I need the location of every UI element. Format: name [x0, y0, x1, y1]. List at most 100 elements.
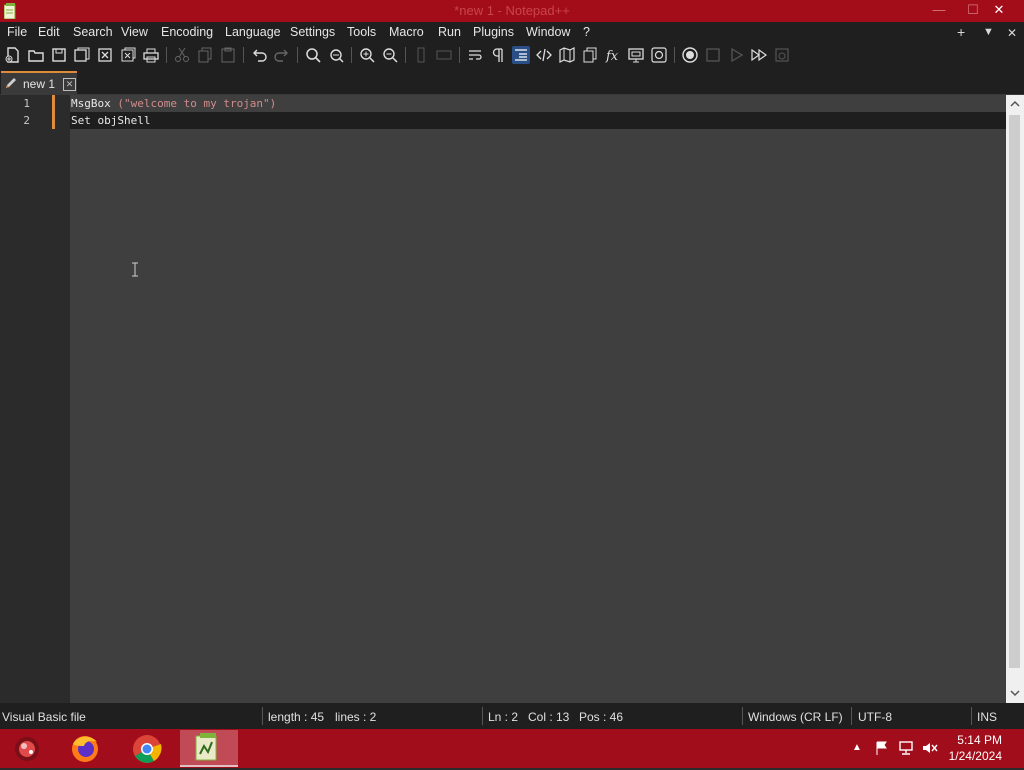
add-tab-button[interactable]: +: [957, 24, 965, 40]
play-macro-icon[interactable]: [727, 46, 745, 64]
taskbar-firefox[interactable]: [58, 730, 116, 767]
fold-margin[interactable]: [56, 95, 70, 703]
taskbar-chrome[interactable]: [118, 730, 176, 767]
scrollbar-thumb[interactable]: [1009, 115, 1020, 668]
toolbar: fx: [0, 43, 1024, 67]
paste-icon[interactable]: [219, 46, 237, 64]
status-lines: lines : 2: [335, 710, 377, 724]
menu-window[interactable]: Window: [526, 25, 570, 39]
save-icon[interactable]: [50, 46, 68, 64]
close-icon[interactable]: [96, 46, 114, 64]
change-marker: [52, 95, 55, 112]
firefox-icon: [72, 736, 98, 762]
document-map-icon[interactable]: [558, 46, 576, 64]
undo-icon[interactable]: [250, 46, 268, 64]
menu-macro[interactable]: Macro: [389, 25, 424, 39]
scroll-down-icon[interactable]: [1010, 688, 1020, 698]
taskbar: ▲ 5:14 PM 1/24/2024: [0, 729, 1024, 768]
replace-icon[interactable]: [327, 46, 345, 64]
code-string: ("welcome to my trojan"): [117, 97, 277, 110]
menu-settings[interactable]: Settings: [290, 25, 335, 39]
print-icon[interactable]: [142, 46, 160, 64]
chrome-icon: [133, 735, 162, 763]
menu-search[interactable]: Search: [73, 25, 113, 39]
function-list-icon[interactable]: fx: [604, 46, 622, 64]
status-ln: Ln : 2: [488, 710, 519, 724]
line-number-gutter: [0, 95, 56, 703]
stop-macro-icon[interactable]: [704, 46, 722, 64]
tray-overflow-icon[interactable]: ▲: [852, 742, 862, 753]
run-macro-multiple-icon[interactable]: [750, 46, 768, 64]
code-keyword: MsgBox: [71, 97, 118, 110]
new-file-icon[interactable]: [4, 46, 22, 64]
sync-vertical-icon[interactable]: [412, 46, 430, 64]
zoom-in-icon[interactable]: [358, 46, 376, 64]
title-bar: *new 1 - Notepad++ — ☐ ✕: [0, 0, 1024, 22]
action-center-flag-icon[interactable]: [874, 740, 890, 756]
menu-tools[interactable]: Tools: [347, 25, 376, 39]
menu-plugins[interactable]: Plugins: [473, 25, 514, 39]
folder-workspace-icon[interactable]: [627, 46, 645, 64]
menu-run[interactable]: Run: [438, 25, 461, 39]
text-cursor-icon: [132, 262, 138, 277]
sync-horizontal-icon[interactable]: [435, 46, 453, 64]
editor-area[interactable]: 1 2 MsgBox ("welcome to my trojan") Set …: [0, 95, 1006, 703]
menu-language[interactable]: Language: [225, 25, 281, 39]
scroll-up-icon[interactable]: [1010, 99, 1020, 109]
menu-bar: File Edit Search View Encoding Language …: [0, 22, 1024, 43]
minimize-button[interactable]: —: [922, 0, 956, 22]
record-macro-icon[interactable]: [681, 46, 699, 64]
zoom-out-icon[interactable]: [381, 46, 399, 64]
indent-guide-icon[interactable]: [512, 46, 530, 64]
save-macro-icon[interactable]: [773, 46, 791, 64]
window-title: *new 1 - Notepad++: [454, 3, 570, 18]
copy-icon[interactable]: [196, 46, 214, 64]
pencil-icon: [6, 78, 16, 88]
word-wrap-icon[interactable]: [466, 46, 484, 64]
find-icon[interactable]: [304, 46, 322, 64]
menu-encoding[interactable]: Encoding: [161, 25, 213, 39]
cut-icon[interactable]: [173, 46, 191, 64]
document-list-icon[interactable]: [581, 46, 599, 64]
start-orb-icon: [15, 737, 39, 761]
monitoring-icon[interactable]: [650, 46, 668, 64]
show-all-chars-icon[interactable]: [489, 46, 507, 64]
menu-view[interactable]: View: [121, 25, 148, 39]
line-number: 1: [23, 97, 30, 110]
xml-tag-icon[interactable]: [535, 46, 553, 64]
vertical-scrollbar[interactable]: [1006, 95, 1024, 703]
tab-close-button[interactable]: ✕: [63, 78, 76, 91]
status-bar: Visual Basic file length : 45 lines : 2 …: [0, 703, 1024, 729]
code-keyword: Set objShell: [71, 114, 151, 127]
menu-file[interactable]: File: [7, 25, 27, 39]
status-filetype: Visual Basic file: [2, 710, 86, 724]
status-pos: Pos : 46: [579, 710, 624, 724]
tab-bar: new 1 ✕: [0, 67, 1024, 95]
tab-new-1[interactable]: new 1 ✕: [1, 71, 77, 95]
menu-edit[interactable]: Edit: [38, 25, 60, 39]
clock-date: 1/24/2024: [948, 749, 1002, 763]
volume-muted-icon[interactable]: [921, 740, 939, 756]
taskbar-notepad-plus-plus[interactable]: [180, 730, 238, 767]
status-length: length : 45: [268, 710, 325, 724]
tab-list-dropdown-icon[interactable]: ▼: [983, 26, 994, 38]
close-all-icon[interactable]: [119, 46, 137, 64]
open-file-icon[interactable]: [27, 46, 45, 64]
start-button[interactable]: [0, 730, 58, 767]
save-all-icon[interactable]: [73, 46, 91, 64]
clock-time: 5:14 PM: [957, 733, 1002, 747]
system-clock[interactable]: 5:14 PM 1/24/2024: [949, 732, 1002, 764]
change-marker: [52, 112, 55, 129]
current-line-highlight: [70, 112, 1006, 129]
close-document-button[interactable]: ✕: [1007, 26, 1017, 40]
line-number: 2: [23, 114, 30, 127]
status-encoding[interactable]: UTF-8: [858, 710, 892, 724]
code-line[interactable]: MsgBox ("welcome to my trojan"): [71, 97, 276, 110]
network-icon[interactable]: [898, 740, 914, 756]
status-eol[interactable]: Windows (CR LF): [748, 710, 843, 724]
menu-help[interactable]: ?: [583, 25, 590, 39]
notepad-plus-plus-icon: [195, 733, 217, 761]
code-line[interactable]: Set objShell: [71, 114, 150, 127]
redo-icon[interactable]: [273, 46, 291, 64]
close-window-button[interactable]: ✕: [982, 0, 1016, 22]
